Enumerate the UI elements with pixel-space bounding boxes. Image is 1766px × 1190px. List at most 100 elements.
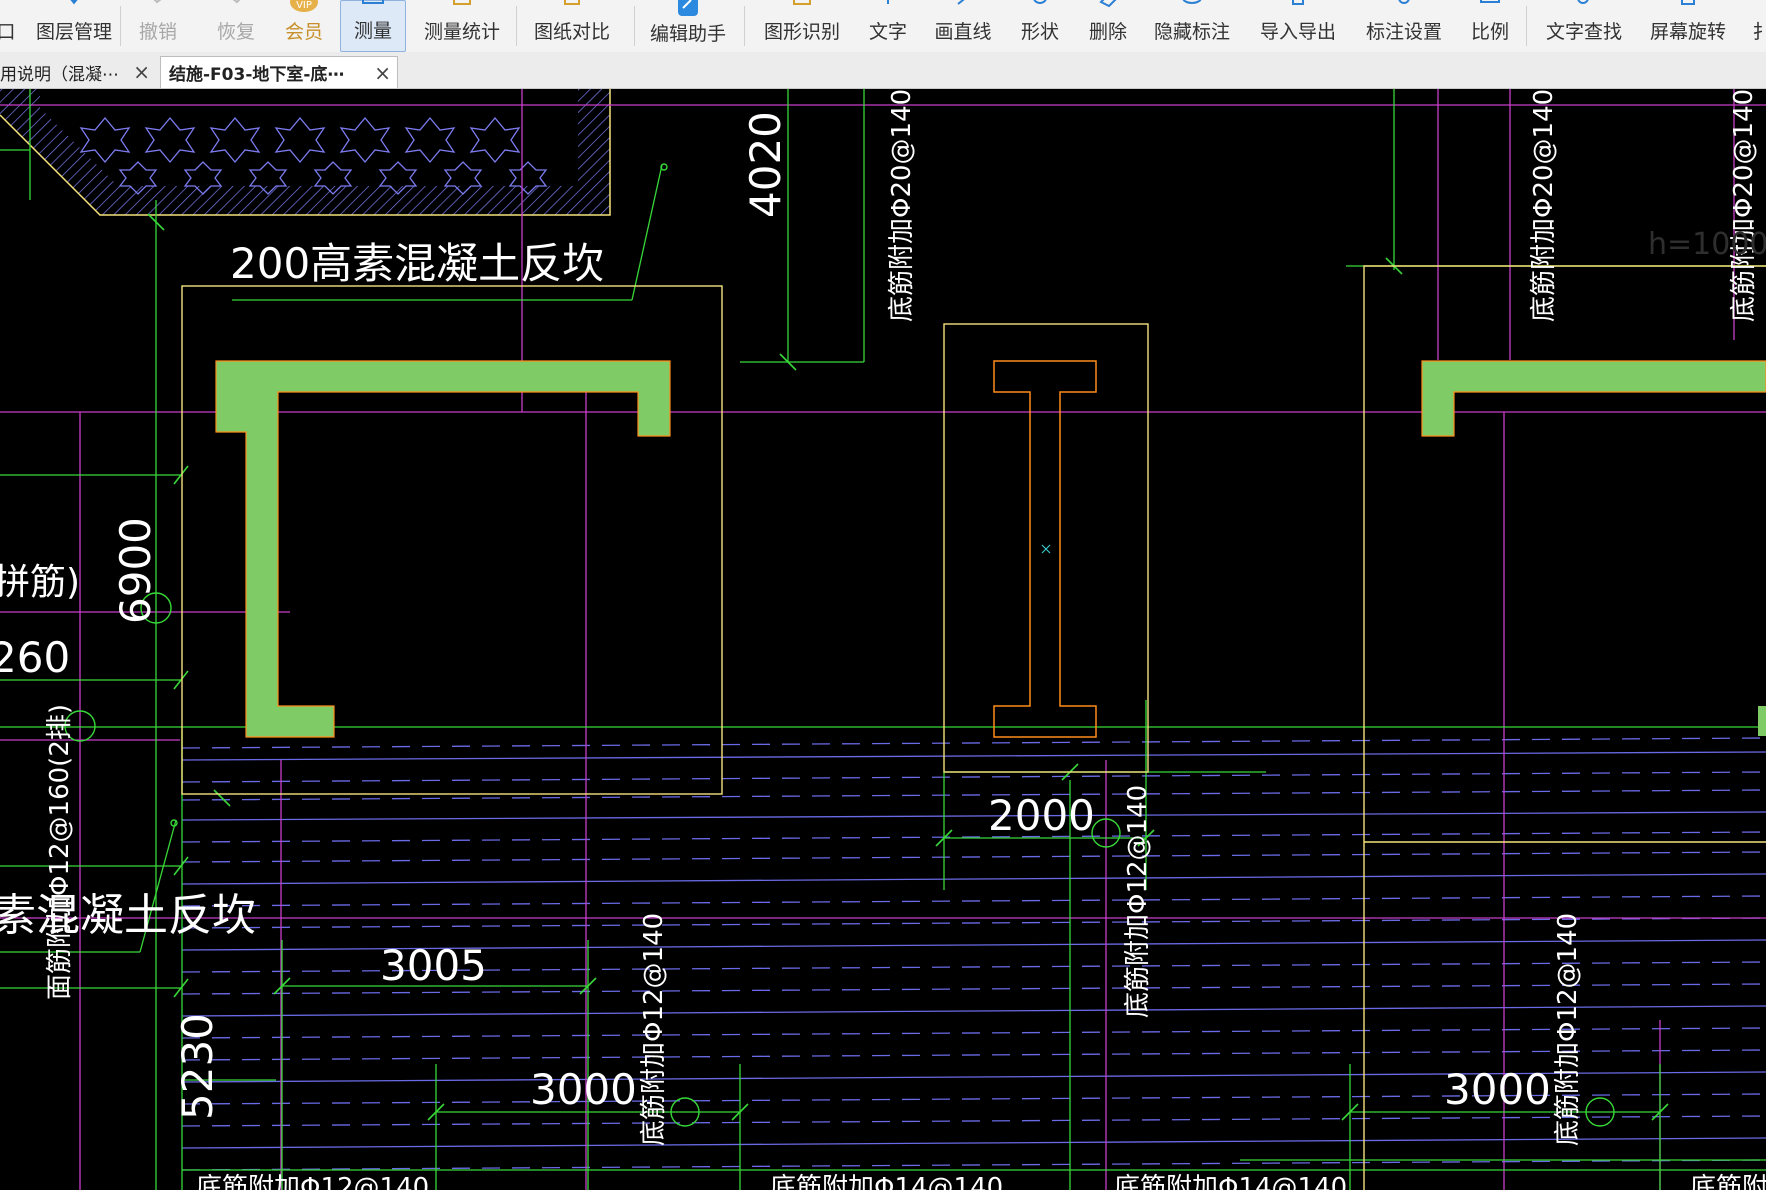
dimension-3000-a: 3000 [530, 1065, 637, 1114]
import-export-label: 导入导出 [1259, 21, 1336, 43]
hide-annotation-label: 隐藏标注 [1153, 21, 1230, 43]
drawing-compare-button[interactable]: 图纸对比 [530, 0, 614, 52]
concrete-walls [215, 360, 1766, 738]
scale-icon [1480, 0, 1500, 3]
import-export-icon [1292, 0, 1304, 5]
annotation-settings-button[interactable]: 标注设置 [1362, 0, 1446, 52]
annotation-height: h=1000 [1648, 227, 1766, 262]
annotation-bottom-rebar-5: 底筋附加Φ12@140 [639, 913, 669, 1146]
layer-manager-label: 图层管理 [35, 21, 112, 43]
layers-icon [70, 0, 78, 5]
annotation-rebar-note: 拼筋) [0, 562, 80, 603]
eraser-icon [1099, 0, 1117, 8]
close-icon[interactable]: × [374, 61, 391, 85]
vip-button[interactable]: VIP 会员 [280, 0, 328, 52]
toolbar-separator [516, 6, 517, 46]
i-beam-column [993, 360, 1097, 738]
toolbar-separator [634, 6, 635, 46]
screen-rotate-label: 屏幕旋转 [1649, 21, 1726, 43]
dimension-2000: 2000 [988, 791, 1095, 840]
text-search-label: 文字查找 [1545, 21, 1622, 43]
edit-assistant-button[interactable]: 编辑助手 [646, 0, 730, 52]
annotation-bottom-rebar-1: 底筋附加Φ20@140 [887, 89, 917, 322]
tab-label: 用说明（混凝⋯ [0, 64, 119, 85]
cad-drawing[interactable]: 200高素混凝土反坎 4020 底筋附加Φ20@140 底筋附加Φ20@140 … [0, 89, 1766, 1190]
redo-icon [232, 0, 241, 4]
dimension-6900: 6900 [111, 517, 160, 624]
annotation-bottom-rebar-6: 底筋附加Φ12@140 [1553, 913, 1583, 1146]
compare-icon [564, 0, 580, 5]
measure-stats-icon [453, 0, 471, 5]
layer-manager-button[interactable]: 图层管理 [32, 0, 116, 52]
text-tool-button[interactable]: 文字 [864, 0, 912, 52]
yellow-outline-boxes [181, 265, 1766, 1190]
dimension-5230: 5230 [173, 1013, 222, 1120]
svg-text:VIP: VIP [296, 0, 312, 11]
delete-label: 删除 [1088, 21, 1127, 43]
edit-assistant-icon [678, 0, 698, 16]
shape-label: 形状 [1020, 21, 1059, 43]
line-icon [957, 0, 965, 5]
dimension-4020: 4020 [741, 111, 790, 218]
edit-assistant-label: 编辑助手 [649, 23, 726, 45]
redo-button[interactable]: 恢复 [208, 0, 264, 52]
annotation-settings-label: 标注设置 [1365, 21, 1442, 43]
measure-stats-button[interactable]: 测量统计 [420, 0, 504, 52]
annotation-bottom-rebar-3: 底筋附加Φ20@140 [1729, 89, 1759, 322]
toolbar-item-edge[interactable]: 口 [0, 0, 16, 52]
undo-icon [153, 0, 162, 4]
annotation-concrete-curb: 素混凝土反坎 [0, 890, 256, 941]
shape-button[interactable]: 形状 [1016, 0, 1064, 52]
vip-label: 会员 [284, 21, 323, 43]
eye-hide-icon [1182, 0, 1202, 4]
scale-label: 比例 [1470, 21, 1509, 43]
dimension-260: 260 [0, 633, 70, 682]
measure-button[interactable]: 测量 [340, 0, 406, 52]
scale-button[interactable]: 比例 [1466, 0, 1514, 52]
draw-line-label: 画直线 [934, 21, 992, 43]
drawing-canvas[interactable]: 200高素混凝土反坎 4020 底筋附加Φ20@140 底筋附加Φ20@140 … [0, 89, 1766, 1190]
shape-icon [1033, 0, 1047, 4]
drawing-compare-label: 图纸对比 [533, 21, 610, 43]
undo-button[interactable]: 撤销 [130, 0, 186, 52]
import-export-button[interactable]: 导入导出 [1256, 0, 1340, 52]
dimension-3000-b: 3000 [1444, 1065, 1551, 1114]
measure-label: 测量 [353, 20, 392, 42]
shape-recognition-label: 图形识别 [763, 21, 840, 43]
vip-icon: VIP [290, 0, 318, 12]
toolbar-separator [1526, 6, 1527, 46]
dimension-3005: 3005 [380, 941, 487, 990]
more-button[interactable]: 扌 [1752, 0, 1766, 52]
annotation-bottom-rebar-9: 底筋附加Φ14@140 [1114, 1173, 1347, 1190]
settings-icon [1398, 0, 1410, 4]
tab-label: 结施-F03-地下室-底⋯ [169, 65, 345, 85]
shape-recognition-button[interactable]: 图形识别 [760, 0, 844, 52]
toolbar-separator [120, 6, 121, 46]
tab-design-notes[interactable]: 用说明（混凝⋯ × [0, 56, 156, 88]
text-search-icon [1577, 0, 1589, 4]
screen-rotate-button[interactable]: 屏幕旋转 [1646, 0, 1730, 52]
text-search-button[interactable]: 文字查找 [1542, 0, 1626, 52]
annotation-bottom-rebar-8: 底筋附加Φ14@140 [770, 1173, 1003, 1190]
annotation-plain-concrete-curb: 200高素混凝土反坎 [230, 239, 604, 288]
draw-line-button[interactable]: 画直线 [930, 0, 996, 52]
measure-stats-label: 测量统计 [423, 21, 500, 43]
ruler-icon [362, 0, 384, 4]
annotation-bottom-rebar-7: 底筋附加Φ12@140 [196, 1173, 429, 1190]
toolbar-item-edge-label: 口 [0, 17, 16, 44]
shape-recognition-icon [793, 0, 811, 5]
hide-annotation-button[interactable]: 隐藏标注 [1150, 0, 1234, 52]
redo-label: 恢复 [216, 21, 255, 43]
rotate-icon [1681, 0, 1695, 5]
main-toolbar: 口 图层管理 撤销 恢复 VIP 会员 测量 测量统计 图纸对比 编辑助手 图形… [0, 0, 1766, 53]
reference-circles [64, 163, 1615, 1127]
hatched-region [0, 89, 611, 216]
toolbar-separator [744, 6, 745, 46]
document-tab-bar: 用说明（混凝⋯ × 结施-F03-地下室-底⋯ × [0, 52, 1766, 89]
tab-structural-drawing[interactable]: 结施-F03-地下室-底⋯ × [160, 56, 398, 88]
undo-label: 撤销 [138, 21, 177, 43]
text-tool-label: 文字 [868, 21, 907, 43]
close-icon[interactable]: × [133, 60, 150, 84]
annotation-bottom-rebar-4: 底筋附加Φ12@140 [1123, 785, 1153, 1018]
delete-button[interactable]: 删除 [1084, 0, 1132, 52]
